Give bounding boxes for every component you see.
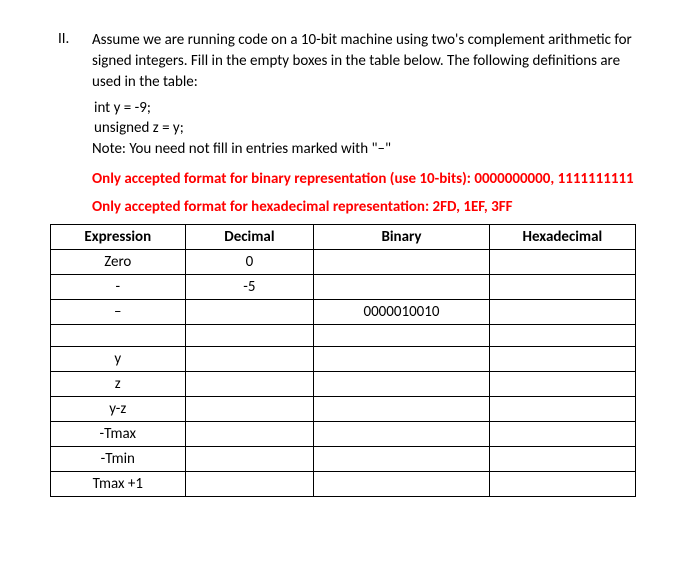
cell-decimal[interactable] xyxy=(185,447,314,472)
cell-hex[interactable] xyxy=(489,347,635,372)
table-row: Tmax +1 xyxy=(51,472,636,497)
header-binary: Binary xyxy=(314,225,490,250)
format-binary-warning: Only accepted format for binary represen… xyxy=(92,170,636,188)
table-header-row: Expression Decimal Binary Hexadecimal xyxy=(51,225,636,250)
table-row: - -5 xyxy=(51,275,636,300)
cell-binary[interactable] xyxy=(314,372,490,397)
cell-hex[interactable] xyxy=(489,325,635,347)
cell-binary[interactable] xyxy=(314,447,490,472)
cell-expression: – xyxy=(51,300,186,325)
code-line-z: unsigned z = y; xyxy=(92,119,636,137)
cell-binary[interactable] xyxy=(314,397,490,422)
cell-binary[interactable] xyxy=(314,250,490,275)
cell-decimal[interactable] xyxy=(185,397,314,422)
cell-binary[interactable] xyxy=(314,347,490,372)
cell-binary[interactable] xyxy=(314,275,490,300)
cell-hex[interactable] xyxy=(489,447,635,472)
cell-expression xyxy=(51,325,186,347)
question-content: Assume we are running code on a 10-bit m… xyxy=(92,30,636,95)
cell-expression: z xyxy=(51,372,186,397)
cell-binary[interactable] xyxy=(314,422,490,447)
cell-hex[interactable] xyxy=(489,275,635,300)
cell-binary[interactable]: 0000010010 xyxy=(314,300,490,325)
cell-binary[interactable] xyxy=(314,325,490,347)
format-hex-warning: Only accepted format for hexadecimal rep… xyxy=(92,198,636,216)
answer-table: Expression Decimal Binary Hexadecimal Ze… xyxy=(50,224,636,497)
code-line-y: int y = -9; xyxy=(92,99,636,117)
cell-decimal[interactable] xyxy=(185,372,314,397)
cell-binary[interactable] xyxy=(314,472,490,497)
table-row: y xyxy=(51,347,636,372)
question-number: II. xyxy=(50,30,92,48)
cell-expression: -Tmax xyxy=(51,422,186,447)
question-block: II. Assume we are running code on a 10-b… xyxy=(50,30,636,95)
header-expression: Expression xyxy=(51,225,186,250)
cell-hex[interactable] xyxy=(489,250,635,275)
cell-decimal[interactable] xyxy=(185,300,314,325)
table-row xyxy=(51,325,636,347)
table-row: -Tmin xyxy=(51,447,636,472)
cell-decimal[interactable] xyxy=(185,325,314,347)
cell-expression: Zero xyxy=(51,250,186,275)
table-row: -Tmax xyxy=(51,422,636,447)
table-row: z xyxy=(51,372,636,397)
cell-expression: -Tmin xyxy=(51,447,186,472)
header-hexadecimal: Hexadecimal xyxy=(489,225,635,250)
question-text-main: Assume we are running code on a 10-bit m… xyxy=(92,30,636,93)
table-row: Zero 0 xyxy=(51,250,636,275)
question-body: int y = -9; unsigned z = y; Note: You ne… xyxy=(50,99,636,216)
cell-expression: - xyxy=(51,275,186,300)
table-row: y-z xyxy=(51,397,636,422)
cell-expression: y-z xyxy=(51,397,186,422)
cell-hex[interactable] xyxy=(489,422,635,447)
cell-expression: Tmax +1 xyxy=(51,472,186,497)
cell-decimal[interactable]: -5 xyxy=(185,275,314,300)
cell-hex[interactable] xyxy=(489,372,635,397)
cell-decimal[interactable] xyxy=(185,472,314,497)
cell-hex[interactable] xyxy=(489,397,635,422)
cell-hex[interactable] xyxy=(489,472,635,497)
header-decimal: Decimal xyxy=(185,225,314,250)
cell-decimal[interactable] xyxy=(185,347,314,372)
cell-decimal[interactable] xyxy=(185,422,314,447)
cell-decimal[interactable]: 0 xyxy=(185,250,314,275)
note-line: Note: You need not fill in entries marke… xyxy=(92,139,636,160)
cell-hex[interactable] xyxy=(489,300,635,325)
table-row: – 0000010010 xyxy=(51,300,636,325)
cell-expression: y xyxy=(51,347,186,372)
